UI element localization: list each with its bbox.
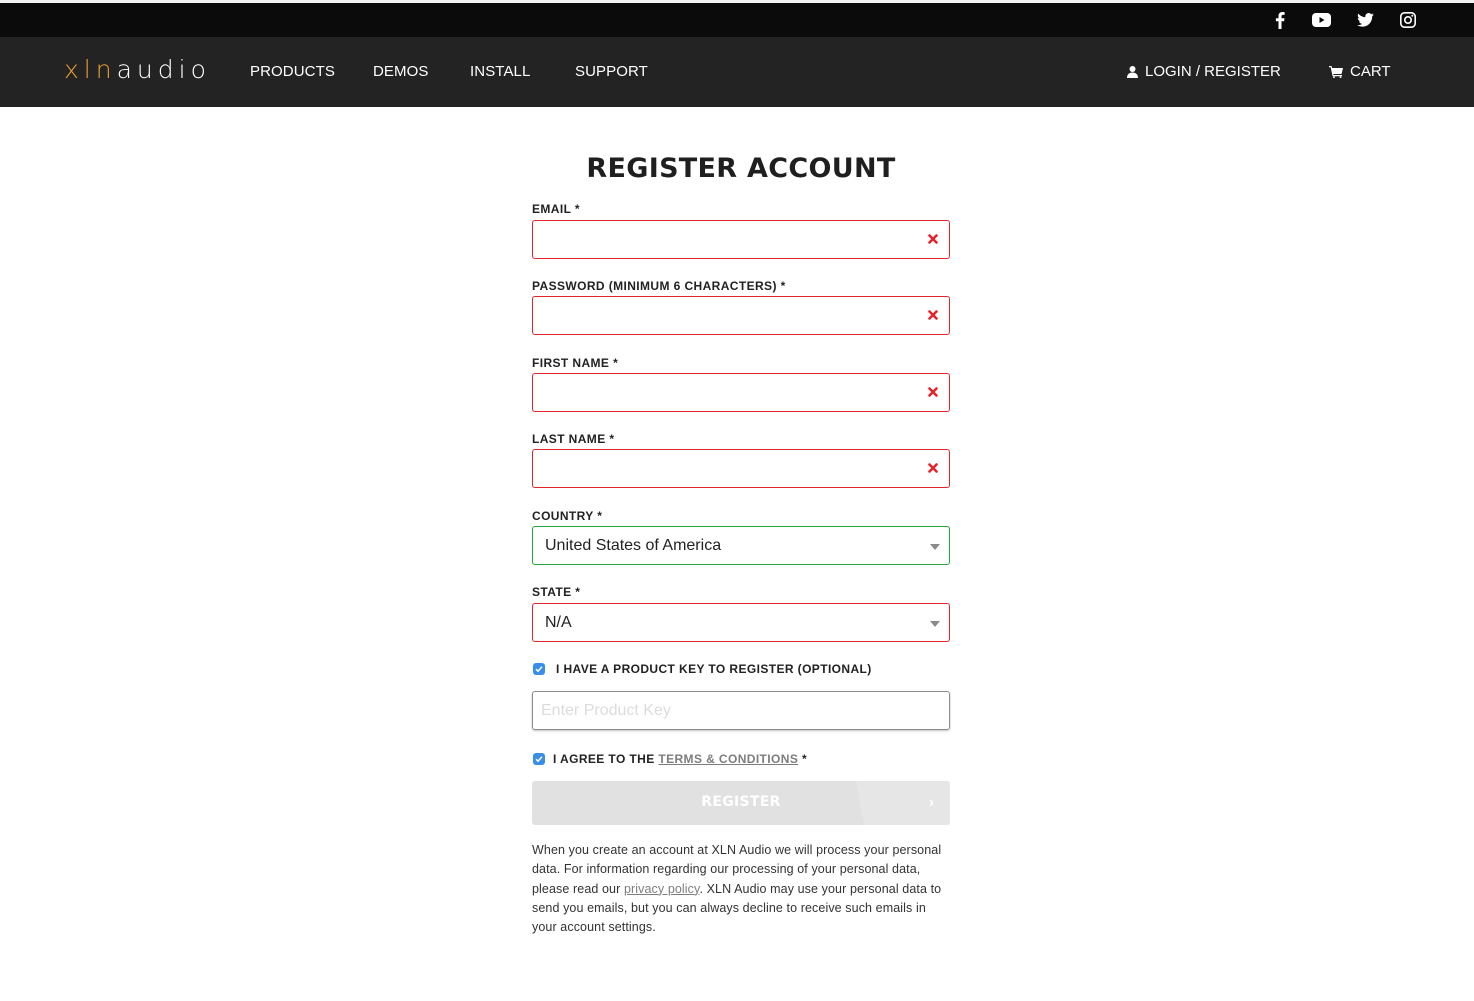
nav-install[interactable]: INSTALL <box>470 63 530 80</box>
state-label: STATE * <box>532 585 581 599</box>
country-label: COUNTRY * <box>532 509 603 523</box>
login-register-link[interactable]: LOGIN / REGISTER <box>1127 63 1281 80</box>
youtube-icon[interactable] <box>1312 3 1331 37</box>
password-field[interactable] <box>532 296 950 335</box>
checkmark-icon <box>535 666 543 673</box>
social-bar <box>0 0 1474 37</box>
last-name-field[interactable] <box>532 449 950 488</box>
product-key-checkbox-label: I HAVE A PRODUCT KEY TO REGISTER (OPTION… <box>556 662 872 676</box>
terms-checkbox[interactable] <box>533 753 545 765</box>
main-navbar: xlnaudio PRODUCTS DEMOS INSTALL SUPPORT … <box>0 37 1474 107</box>
user-icon <box>1127 65 1138 78</box>
privacy-policy-link[interactable]: privacy policy <box>624 882 700 896</box>
chevron-down-icon <box>930 544 940 550</box>
facebook-icon[interactable] <box>1275 3 1285 37</box>
terms-link[interactable]: TERMS & CONDITIONS <box>658 752 798 766</box>
product-key-input[interactable] <box>533 692 949 729</box>
nav-support[interactable]: SUPPORT <box>575 63 648 80</box>
state-selected-value: N/A <box>545 613 572 631</box>
nav-products[interactable]: PRODUCTS <box>250 63 335 80</box>
register-button[interactable]: REGISTER › <box>532 781 950 825</box>
checkmark-icon <box>535 756 543 763</box>
cart-link[interactable]: CART <box>1329 63 1391 80</box>
country-selected-value: United States of America <box>545 536 722 554</box>
nav-demos[interactable]: DEMOS <box>373 63 429 80</box>
last-name-label: LAST NAME * <box>532 432 615 446</box>
password-input[interactable] <box>533 297 949 334</box>
state-select[interactable]: N/A <box>532 603 950 642</box>
error-x-icon <box>928 387 938 397</box>
first-name-label: FIRST NAME * <box>532 356 619 370</box>
product-key-checkbox[interactable] <box>533 663 545 675</box>
product-key-field[interactable] <box>532 691 950 730</box>
terms-label: I AGREE TO THE <box>553 752 659 766</box>
password-label: PASSWORD (MINIMUM 6 CHARACTERS) * <box>532 279 786 293</box>
chevron-down-icon <box>930 621 940 627</box>
country-select[interactable]: United States of America <box>532 526 950 565</box>
page-title: REGISTER ACCOUNT <box>586 153 896 184</box>
error-x-icon <box>928 310 938 320</box>
first-name-input[interactable] <box>533 374 949 411</box>
privacy-notice: When you create an account at XLN Audio … <box>532 843 942 935</box>
cart-icon <box>1329 65 1343 78</box>
login-register-label: LOGIN / REGISTER <box>1145 63 1281 80</box>
terms-option: I AGREE TO THE TERMS & CONDITIONS * <box>533 752 807 766</box>
chevron-right-icon: › <box>929 794 934 811</box>
product-key-option: I HAVE A PRODUCT KEY TO REGISTER (OPTION… <box>533 662 872 676</box>
first-name-field[interactable] <box>532 373 950 412</box>
email-input[interactable] <box>533 221 949 258</box>
error-x-icon <box>928 234 938 244</box>
terms-required-mark: * <box>798 752 808 766</box>
email-field[interactable] <box>532 220 950 259</box>
cart-label: CART <box>1350 63 1391 80</box>
register-button-label: REGISTER <box>701 794 781 810</box>
email-label: EMAIL * <box>532 202 580 216</box>
instagram-icon[interactable] <box>1400 3 1416 37</box>
twitter-icon[interactable] <box>1357 3 1374 37</box>
xln-audio-logo[interactable]: xlnaudio <box>64 55 211 84</box>
last-name-input[interactable] <box>533 450 949 487</box>
error-x-icon <box>928 463 938 473</box>
